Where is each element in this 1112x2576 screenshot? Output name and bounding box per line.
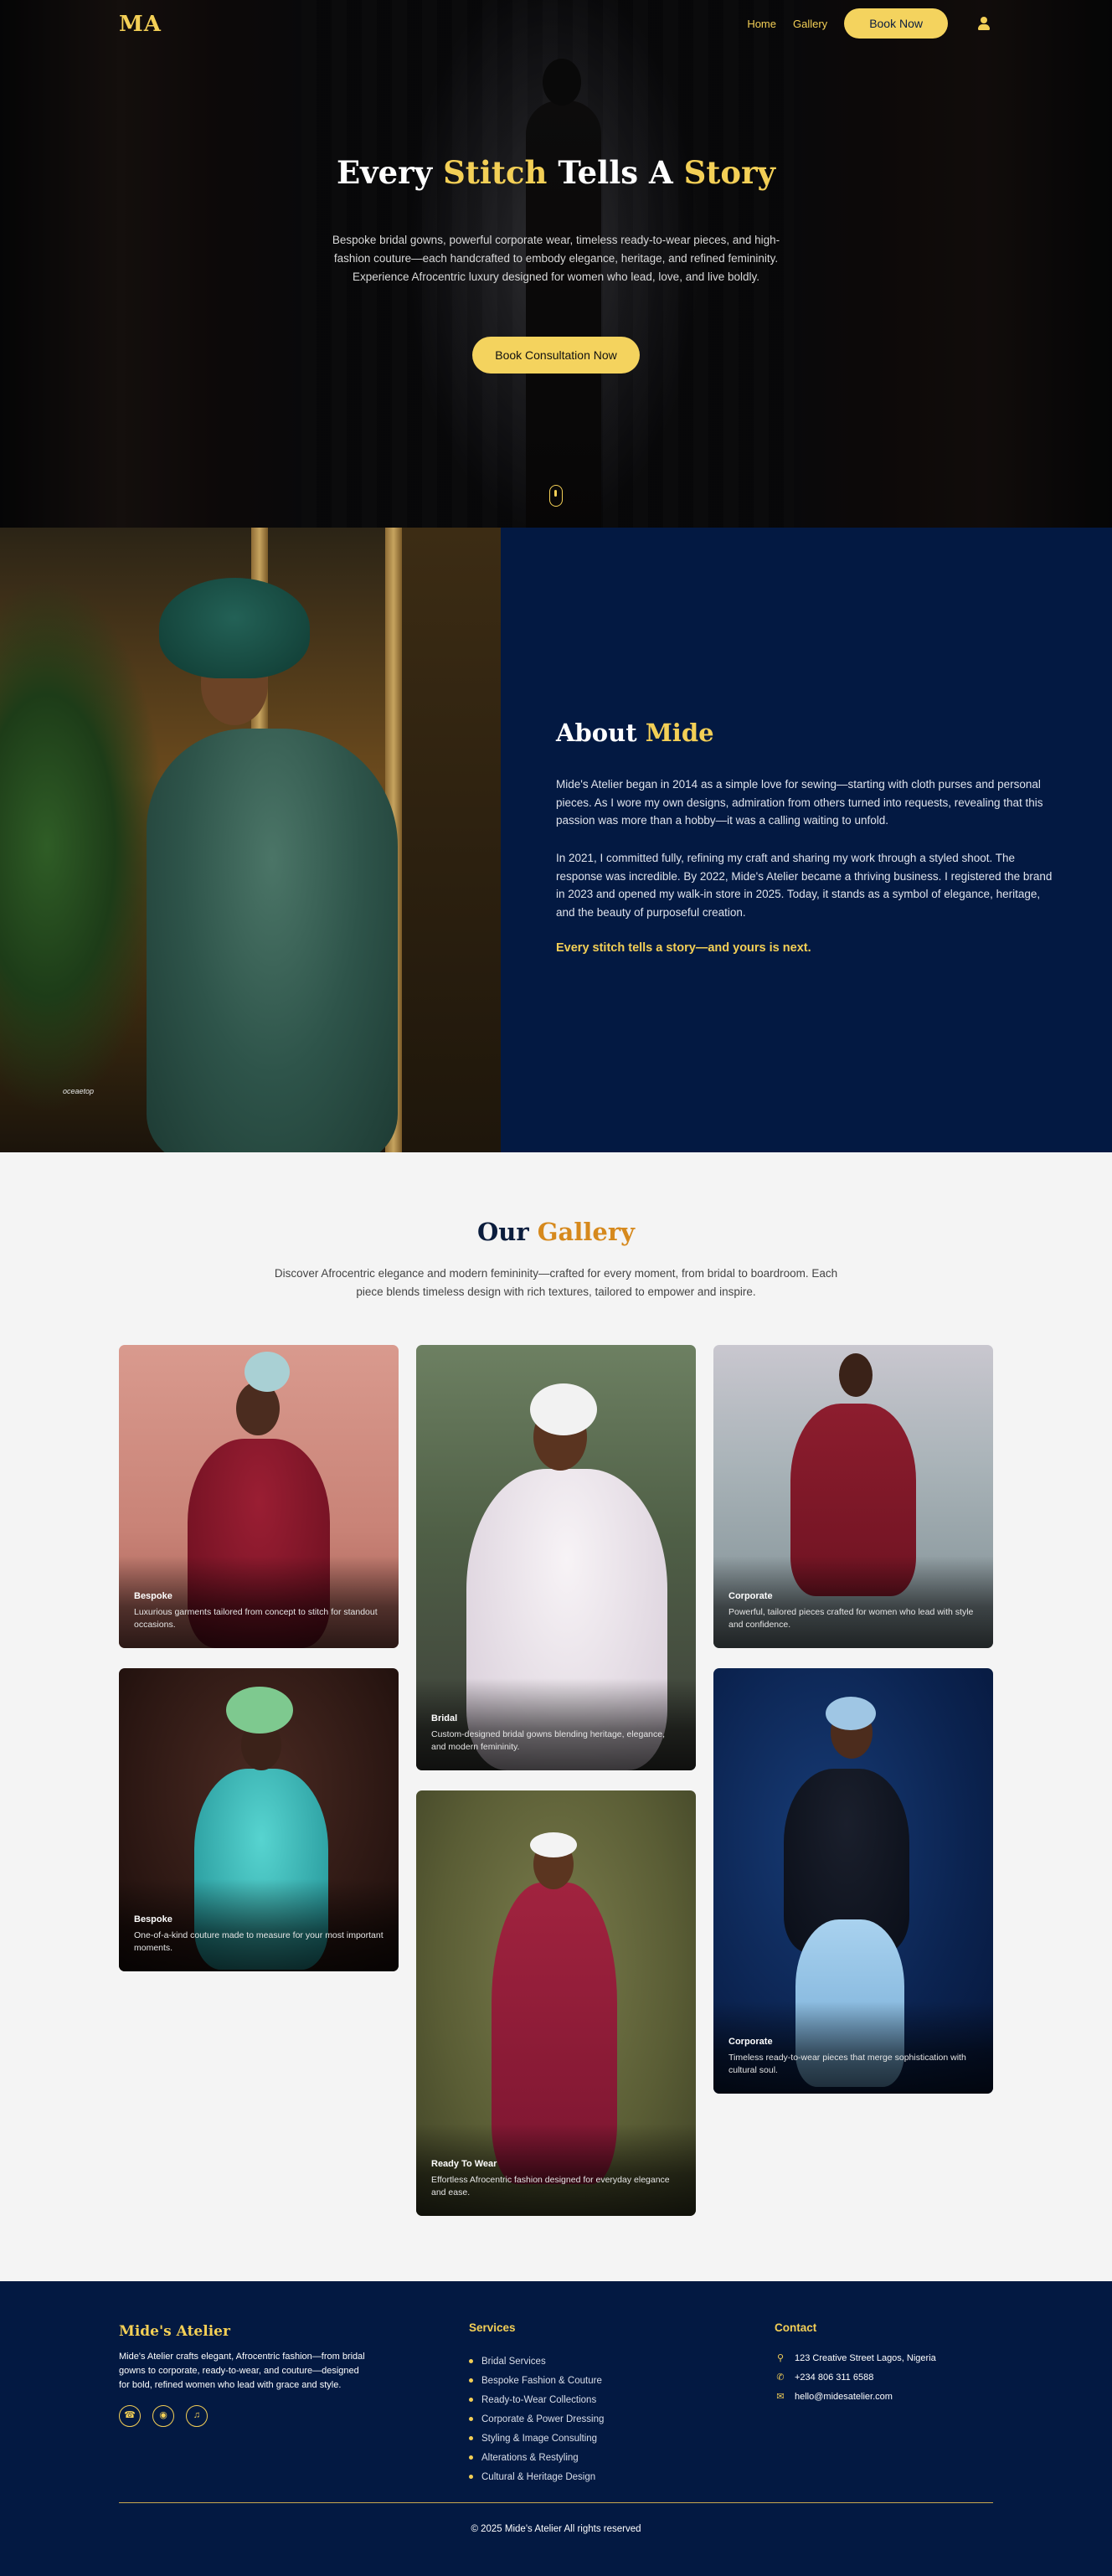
nav-links: Home Gallery Book Now [747, 8, 993, 39]
contact-address: 123 Creative Street Lagos, Nigeria [795, 2352, 936, 2363]
gallery-section: Our Gallery Discover Afrocentric eleganc… [0, 1152, 1112, 2281]
card-category: Corporate [728, 2037, 773, 2047]
card-category: Bespoke [134, 1591, 172, 1601]
hero-section: MA Home Gallery Book Now Every Stitch Te… [0, 0, 1112, 528]
hero-subtitle: Bespoke bridal gowns, powerful corporate… [332, 234, 780, 283]
gallery-card[interactable]: Bridal Custom-designed bridal gowns blen… [416, 1345, 696, 1770]
phone-icon: ✆ [776, 2372, 785, 2383]
site-logo[interactable]: MA [119, 12, 162, 37]
about-paragraph-2: In 2021, I committed fully, refining my … [556, 852, 1053, 919]
card-description: Luxurious garments tailored from concept… [134, 1607, 378, 1630]
service-item[interactable]: Corporate & Power Dressing [469, 2409, 604, 2429]
contact-list: ⚲ 123 Creative Street Lagos, Nigeria ✆ +23… [775, 2348, 936, 2406]
about-section: oceaetop About Mide Mide's Atelier began… [0, 528, 1112, 1152]
tiktok-icon[interactable]: ♫ [186, 2405, 208, 2427]
footer-brand: Mide's Atelier [119, 2323, 230, 2340]
location-icon: ⚲ [776, 2353, 785, 2363]
site-footer: Mide's Atelier Mide's Atelier crafts ele… [0, 2281, 1112, 2576]
service-item[interactable]: Alterations & Restyling [469, 2448, 604, 2467]
card-description: Powerful, tailored pieces crafted for wo… [728, 1607, 974, 1630]
about-title: About Mide [556, 719, 714, 747]
service-item[interactable]: Cultural & Heritage Design [469, 2467, 604, 2486]
contact-phone[interactable]: +234 806 311 6588 [795, 2372, 873, 2383]
services-list: Bridal Services Bespoke Fashion & Coutur… [469, 2352, 604, 2486]
services-heading: Services [469, 2321, 516, 2334]
card-description: Effortless Afrocentric fashion designed … [431, 2175, 670, 2197]
photo-watermark: oceaetop [63, 1087, 95, 1095]
whatsapp-icon[interactable]: ☎ [119, 2405, 141, 2427]
user-icon[interactable] [975, 14, 993, 33]
about-paragraph-1: Mide's Atelier began in 2014 as a simple… [556, 778, 1043, 827]
gallery-title: Our Gallery [477, 1218, 635, 1246]
about-photo: oceaetop [0, 528, 501, 1152]
card-category: Bridal [431, 1713, 458, 1723]
card-description: Custom-designed bridal gowns blending he… [431, 1729, 666, 1752]
book-now-button[interactable]: Book Now [844, 8, 948, 39]
gallery-subtitle: Discover Afrocentric elegance and modern… [274, 1267, 838, 1298]
instagram-icon[interactable]: ◉ [152, 2405, 174, 2427]
copyright: © 2025 Mide's Atelier All rights reserve… [471, 2524, 641, 2534]
contact-heading: Contact [775, 2321, 817, 2334]
gallery-card[interactable]: Corporate Powerful, tailored pieces craf… [713, 1345, 993, 1648]
service-item[interactable]: Ready-to-Wear Collections [469, 2390, 604, 2409]
top-nav: MA Home Gallery Book Now [0, 0, 1112, 49]
card-description: Timeless ready-to-wear pieces that merge… [728, 2053, 966, 2075]
book-consultation-button[interactable]: Book Consultation Now [472, 337, 640, 374]
about-tagline: Every stitch tells a story—and yours is … [556, 941, 811, 955]
card-category: Ready To Wear [431, 2159, 497, 2169]
gallery-card[interactable]: Bespoke One-of-a-kind couture made to me… [119, 1668, 399, 1971]
service-item[interactable]: Bridal Services [469, 2352, 604, 2371]
nav-link-home[interactable]: Home [747, 18, 776, 30]
card-category: Bespoke [134, 1914, 172, 1924]
gallery-card[interactable]: Corporate Timeless ready-to-wear pieces … [713, 1668, 993, 2094]
mail-icon: ✉ [776, 2392, 785, 2402]
card-category: Corporate [728, 1591, 773, 1601]
footer-about: Mide's Atelier crafts elegant, Afrocentr… [119, 2352, 365, 2390]
nav-link-gallery[interactable]: Gallery [793, 18, 827, 30]
social-links: ☎ ◉ ♫ [119, 2405, 208, 2427]
service-item[interactable]: Bespoke Fashion & Couture [469, 2371, 604, 2390]
service-item[interactable]: Styling & Image Consulting [469, 2429, 604, 2448]
hero-title: Every Stitch Tells A Story [336, 154, 776, 191]
contact-email[interactable]: hello@midesatelier.com [795, 2392, 893, 2402]
scroll-indicator-icon[interactable] [549, 485, 563, 507]
footer-divider [119, 2502, 993, 2503]
card-description: One-of-a-kind couture made to measure fo… [134, 1930, 384, 1953]
gallery-card[interactable]: Bespoke Luxurious garments tailored from… [119, 1345, 399, 1648]
gallery-card[interactable]: Ready To Wear Effortless Afrocentric fas… [416, 1790, 696, 2216]
